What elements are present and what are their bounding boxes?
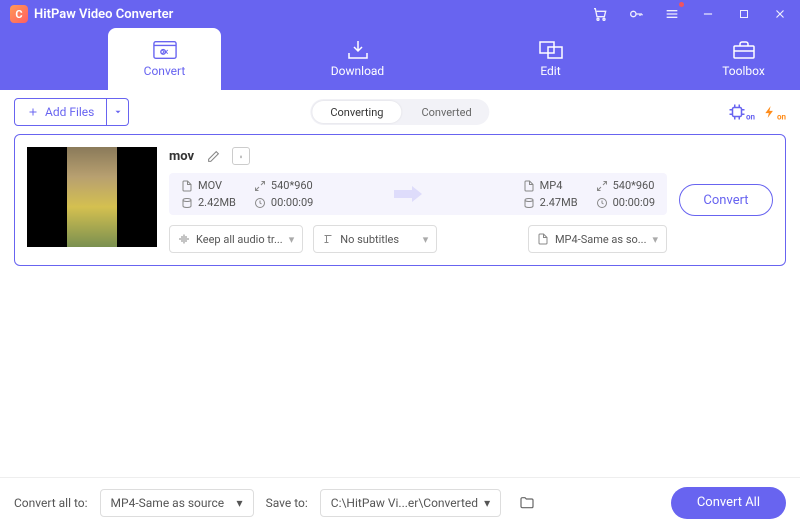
chevron-down-icon: ▾: [289, 233, 295, 246]
save-to-label: Save to:: [266, 496, 308, 510]
video-thumbnail[interactable]: [27, 147, 157, 247]
edit-name-icon[interactable]: [204, 147, 222, 165]
tab-download[interactable]: Download: [301, 28, 414, 90]
save-to-select[interactable]: C:\HitPaw Vi...er\Converted ▾: [320, 489, 501, 517]
convert-icon: [153, 40, 177, 60]
tab-convert[interactable]: Convert: [108, 28, 221, 90]
dst-size: 2.47MB: [540, 196, 578, 209]
arrow-icon: [392, 184, 424, 204]
convert-all-to-label: Convert all to:: [14, 496, 88, 510]
src-duration: 00:00:09: [271, 196, 313, 209]
src-resolution: 540*960: [271, 179, 313, 192]
key-icon[interactable]: [626, 4, 646, 24]
toolbox-icon: [732, 40, 756, 60]
convert-all-button[interactable]: Convert All: [671, 487, 786, 519]
hw-accel-2[interactable]: on: [763, 103, 786, 122]
convert-all-format-select[interactable]: MP4-Same as source ▾: [100, 489, 254, 517]
src-size: 2.42MB: [198, 196, 236, 209]
seg-converted[interactable]: Converted: [403, 99, 489, 125]
src-format: MOV: [198, 179, 222, 192]
chevron-down-icon: ▾: [484, 496, 490, 510]
menu-icon[interactable]: [662, 4, 682, 24]
add-files-label: Add Files: [45, 105, 94, 119]
seg-converting[interactable]: Converting: [312, 101, 401, 123]
edit-icon: [539, 40, 563, 60]
logo-icon: C: [10, 5, 28, 23]
download-icon: [346, 40, 370, 60]
tab-toolbox-label: Toolbox: [722, 64, 765, 78]
status-segment: Converting Converted: [310, 99, 489, 125]
maximize-button[interactable]: [734, 4, 754, 24]
subtitle-select[interactable]: No subtitles ▾: [313, 225, 437, 253]
add-files-button[interactable]: Add Files: [14, 98, 107, 126]
tab-download-label: Download: [331, 64, 384, 78]
open-folder-button[interactable]: [513, 489, 541, 517]
dst-duration: 00:00:09: [613, 196, 655, 209]
output-format-select[interactable]: MP4-Same as so... ▾: [528, 225, 667, 253]
dst-format: MP4: [540, 179, 563, 192]
app-title: HitPaw Video Converter: [34, 7, 173, 22]
file-name: mov: [169, 149, 194, 164]
chevron-down-icon: ▾: [237, 496, 243, 510]
file-item: mov MOV 540*960 2.42MB 00:00:09: [14, 134, 786, 266]
hw-accel-1[interactable]: on: [728, 103, 755, 122]
tab-toolbox[interactable]: Toolbox: [687, 28, 800, 90]
chevron-down-icon: ▾: [423, 233, 429, 246]
app-logo: C HitPaw Video Converter: [10, 5, 173, 23]
titlebar: C HitPaw Video Converter: [0, 0, 800, 28]
close-button[interactable]: [770, 4, 790, 24]
audio-track-select[interactable]: Keep all audio tr... ▾: [169, 225, 303, 253]
convert-button[interactable]: Convert: [679, 184, 773, 216]
add-files-dropdown[interactable]: [107, 98, 129, 126]
info-icon[interactable]: [232, 147, 250, 165]
cart-icon[interactable]: [590, 4, 610, 24]
minimize-button[interactable]: [698, 4, 718, 24]
chevron-down-icon: ▾: [652, 233, 658, 246]
dst-resolution: 540*960: [613, 179, 655, 192]
tab-edit[interactable]: Edit: [494, 28, 607, 90]
tab-edit-label: Edit: [540, 64, 560, 78]
tab-convert-label: Convert: [144, 64, 186, 78]
